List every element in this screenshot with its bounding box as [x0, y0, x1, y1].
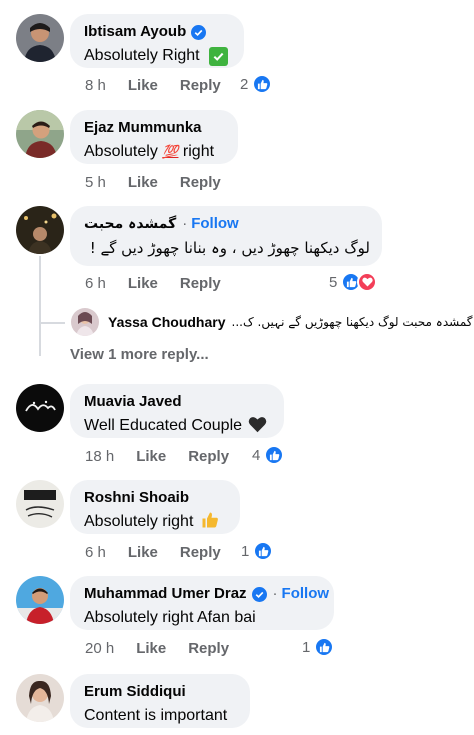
reaction-count[interactable]: 4 [252, 445, 285, 465]
like-reaction-icon [264, 445, 285, 465]
comment-text-start: Absolutely [84, 143, 158, 160]
view-more-replies-link[interactable]: View 1 more reply... [70, 346, 209, 363]
comment-actions: 6 h Like Reply [85, 544, 221, 561]
separator-dot: · [272, 585, 278, 602]
reply-button[interactable]: Reply [180, 275, 221, 292]
comment-bubble: Ibtisam Ayoub Absolutely Right [70, 14, 244, 68]
comment-time[interactable]: 18 h [85, 448, 114, 465]
reaction-count-number: 5 [329, 273, 338, 291]
comment-time[interactable]: 8 h [85, 77, 106, 94]
comment-text-end: right [182, 143, 215, 160]
commenter-name[interactable]: گمشدہ محبت · Follow [84, 214, 370, 234]
follow-button[interactable]: Follow [191, 214, 239, 234]
verified-badge-icon [191, 24, 207, 40]
commenter-name-text[interactable]: Ibtisam Ayoub [84, 22, 186, 42]
like-button[interactable]: Like [128, 275, 158, 292]
commenter-name[interactable]: Muhammad Umer Draz · Follow [84, 584, 329, 604]
comment-bubble: Muavia Javed Well Educated Couple [70, 384, 284, 438]
reply-author[interactable]: Yassa Choudhary [108, 314, 226, 330]
reaction-count-number: 1 [302, 638, 311, 656]
like-reaction-icon [252, 74, 273, 94]
commenter-name[interactable]: Ejaz Mummunka [84, 118, 226, 138]
reply-button[interactable]: Reply [188, 640, 229, 657]
commenter-name-text[interactable]: Erum Siddiqui [84, 682, 186, 702]
comment-text: Well Educated Couple [84, 415, 272, 440]
comment-text: Absolutely Right [84, 45, 232, 67]
comment-text: Content is important [84, 707, 228, 724]
comment-bubble: Erum Siddiqui Content is important [70, 674, 250, 728]
commenter-name-text[interactable]: گمشدہ محبت [84, 214, 176, 234]
comment-bubble: Ejaz Mummunka Absolutely 💯 right [70, 110, 238, 164]
comment-text: لوگ دیکھنا چھوڑ دیں ، وہ بنانا چھوڑ دیں … [89, 239, 370, 257]
commenter-name[interactable]: Ibtisam Ayoub [84, 22, 232, 42]
like-reaction-icon [314, 637, 335, 657]
comment-actions: 8 h Like Reply [85, 77, 221, 94]
comment-time[interactable]: 6 h [85, 544, 106, 561]
like-button[interactable]: Like [136, 640, 166, 657]
reaction-count-number: 4 [252, 446, 261, 464]
avatar-muhammad-umer-draz[interactable] [16, 576, 64, 624]
reaction-count-number: 1 [241, 542, 250, 560]
comment-bubble: Roshni Shoaib Absolutely right [70, 480, 240, 534]
comment-actions: 5 h Like Reply [85, 174, 221, 191]
thread-line [39, 256, 41, 356]
reply-button[interactable]: Reply [180, 544, 221, 561]
reaction-count[interactable]: 5 [329, 272, 378, 292]
avatar-ibtisam-ayoub[interactable] [16, 14, 64, 62]
reply-button[interactable]: Reply [180, 77, 221, 94]
black-heart-emoji [248, 416, 267, 440]
reaction-count[interactable]: 2 [240, 74, 273, 94]
commenter-name[interactable]: Erum Siddiqui [84, 682, 238, 702]
like-button[interactable]: Like [128, 174, 158, 191]
like-reaction-icon [253, 541, 274, 561]
separator-dot: · [182, 215, 188, 232]
reply-button[interactable]: Reply [188, 448, 229, 465]
reply-button[interactable]: Reply [180, 174, 221, 191]
verified-badge-icon [251, 586, 267, 602]
comment-bubble: Muhammad Umer Draz · Follow Absolutely r… [70, 576, 334, 630]
thread-line-branch [39, 322, 65, 324]
like-button[interactable]: Like [136, 448, 166, 465]
love-reaction-icon [357, 272, 378, 292]
reply-preview[interactable]: Yassa Choudhary گمشدہ محبت لوگ دیکھنا چھ… [108, 314, 473, 330]
comment-text-content: Absolutely right [84, 513, 194, 530]
like-button[interactable]: Like [128, 77, 158, 94]
reaction-count-number: 2 [240, 75, 249, 93]
comment-bubble: گمشدہ محبت · Follow لوگ دیکھنا چھوڑ دیں … [70, 206, 382, 266]
check-mark-emoji [209, 47, 229, 66]
commenter-name-text[interactable]: Roshni Shoaib [84, 488, 189, 508]
avatar-gumshuda-mohabbat[interactable] [16, 206, 64, 254]
hundred-points-emoji: 💯 [162, 144, 179, 159]
avatar-ejaz-mummunka[interactable] [16, 110, 64, 158]
comment-actions: 6 h Like Reply [85, 275, 221, 292]
reply-text: گمشدہ محبت لوگ دیکھنا چھوڑیں گے نہیں. ک.… [231, 315, 473, 329]
comment-text-content: Well Educated Couple [84, 417, 243, 434]
commenter-name-text[interactable]: Ejaz Mummunka [84, 118, 202, 138]
comment-actions: 18 h Like Reply [85, 448, 229, 465]
commenter-name[interactable]: Muavia Javed [84, 392, 272, 412]
comment-time[interactable]: 6 h [85, 275, 106, 292]
follow-button[interactable]: Follow [282, 584, 330, 604]
avatar-roshni-shoaib[interactable] [16, 480, 64, 528]
comment-text: Absolutely right Afan bai [84, 609, 256, 626]
reaction-count[interactable]: 1 [241, 541, 274, 561]
commenter-name-text[interactable]: Muhammad Umer Draz [84, 584, 247, 604]
commenter-name[interactable]: Roshni Shoaib [84, 488, 228, 508]
comment-text: Absolutely 💯 right [84, 141, 226, 163]
like-button[interactable]: Like [128, 544, 158, 561]
comment-time[interactable]: 20 h [85, 640, 114, 657]
comment-actions: 20 h Like Reply [85, 640, 229, 657]
avatar-muavia-javed[interactable] [16, 384, 64, 432]
commenter-name-text[interactable]: Muavia Javed [84, 392, 182, 412]
comment-text: Absolutely right [84, 511, 228, 536]
thumbs-up-emoji [201, 511, 219, 536]
comment-time[interactable]: 5 h [85, 174, 106, 191]
avatar-erum-siddiqui[interactable] [16, 674, 64, 722]
reaction-count[interactable]: 1 [302, 637, 335, 657]
comment-text-content: Absolutely Right [84, 47, 200, 64]
avatar-yassa-choudhary[interactable] [71, 308, 99, 336]
